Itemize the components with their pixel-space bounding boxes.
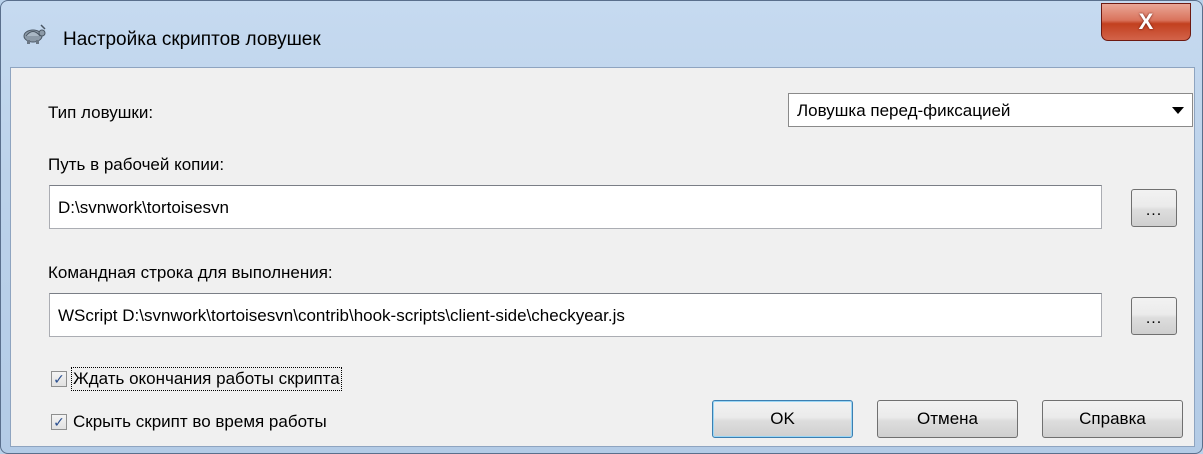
wait-checkbox-label[interactable]: Ждать окончания работы скрипта [71, 367, 342, 391]
title-bar[interactable]: Настройка скриптов ловушек X [1, 1, 1202, 59]
hide-checkbox[interactable]: ✓ Скрыть скрипт во время работы [51, 411, 327, 433]
help-button[interactable]: Справка [1042, 400, 1183, 438]
hook-type-selected: Ловушка перед-фиксацией [797, 101, 1011, 120]
close-button[interactable]: X [1101, 3, 1191, 41]
checkmark-icon: ✓ [53, 371, 65, 387]
close-icon: X [1138, 9, 1154, 34]
dialog-body: Тип ловушки: Ловушка перед-фиксацией Пут… [10, 67, 1195, 447]
ok-button[interactable]: OK [712, 400, 853, 438]
dialog-window: Настройка скриптов ловушек X Тип ловушки… [0, 0, 1203, 454]
command-line-value: WScript D:\svnwork\tortoisesvn\contrib\h… [58, 306, 625, 325]
working-copy-label: Путь в рабочей копии: [48, 155, 225, 174]
tortoise-icon [19, 23, 47, 45]
cancel-button[interactable]: Отмена [877, 400, 1018, 438]
browse-working-copy-button[interactable]: ... [1131, 189, 1177, 227]
chevron-down-icon[interactable] [1172, 107, 1184, 114]
command-line-input[interactable]: WScript D:\svnwork\tortoisesvn\contrib\h… [49, 293, 1102, 337]
hook-type-select[interactable]: Ловушка перед-фиксацией [788, 93, 1193, 127]
browse-command-button[interactable]: ... [1131, 297, 1177, 335]
command-line-label: Командная строка для выполнения: [48, 263, 333, 282]
window-title: Настройка скриптов ловушек [63, 29, 321, 50]
hook-type-label: Тип ловушки: [48, 103, 154, 122]
wait-checkbox-box[interactable]: ✓ [51, 371, 67, 387]
checkmark-icon: ✓ [53, 414, 65, 430]
hide-checkbox-box[interactable]: ✓ [51, 414, 67, 430]
working-copy-path-input[interactable]: D:\svnwork\tortoisesvn [49, 185, 1102, 229]
working-copy-path-value: D:\svnwork\tortoisesvn [58, 198, 229, 217]
wait-checkbox[interactable]: ✓ Ждать окончания работы скрипта [51, 367, 342, 391]
hide-checkbox-label[interactable]: Скрыть скрипт во время работы [73, 412, 327, 432]
